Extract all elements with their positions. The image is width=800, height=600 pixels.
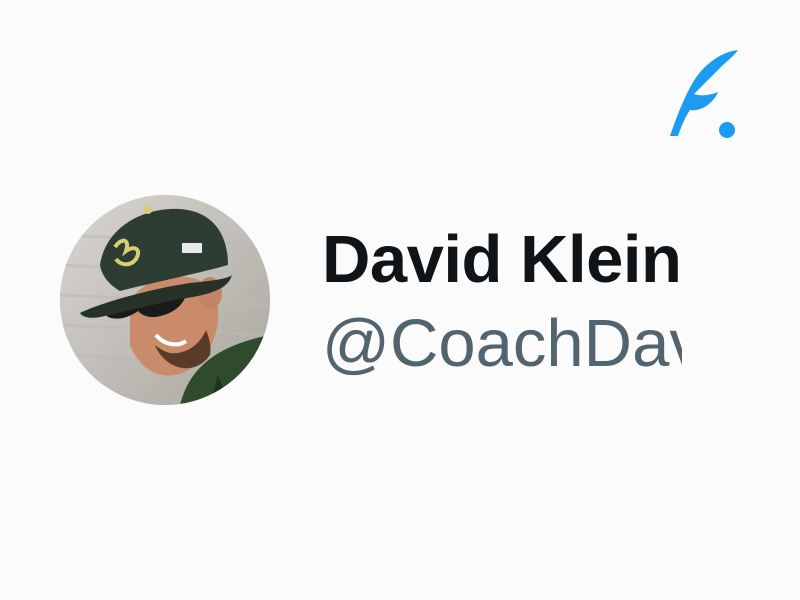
display-name[interactable]: David Klein: [322, 220, 682, 300]
profile-identity: David Klein @CoachDav: [322, 220, 682, 384]
quill-feather-icon: [668, 46, 740, 142]
avatar[interactable]: [60, 195, 270, 405]
user-handle[interactable]: @CoachDav: [322, 304, 682, 384]
profile-card: David Klein @CoachDav: [0, 0, 800, 600]
